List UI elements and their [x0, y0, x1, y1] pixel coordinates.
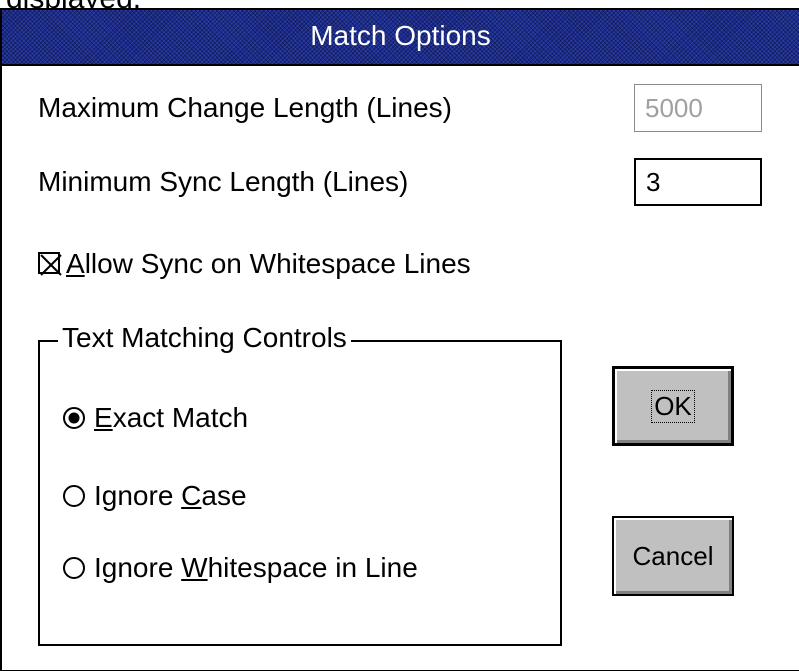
screen: displayed. Match Options Maximum Change … — [0, 0, 799, 671]
max-change-label: Maximum Change Length (Lines) — [38, 92, 452, 123]
radio-ignore-whitespace-label[interactable]: Ignore Whitespace in Line — [94, 552, 418, 584]
match-options-dialog: Match Options Maximum Change Length (Lin… — [0, 8, 799, 671]
option-prefix: Ignore — [94, 480, 182, 511]
min-sync-label: Minimum Sync Length (Lines) — [38, 166, 409, 197]
radio-exact-match[interactable] — [62, 406, 86, 430]
cancel-button-label: Cancel — [632, 540, 714, 571]
min-sync-field[interactable]: 3 — [634, 158, 762, 206]
radio-ignore-case[interactable] — [62, 484, 86, 508]
radio-ignore-case-label[interactable]: Ignore Case — [94, 480, 247, 512]
option-prefix: Ignore — [94, 552, 182, 583]
allow-sync-label-rest: llow Sync on Whitespace Lines — [84, 248, 471, 279]
option-rest: ase — [201, 480, 247, 511]
option-mnemonic: E — [94, 402, 113, 433]
title-bar[interactable]: Match Options — [2, 10, 799, 66]
option-rest: hitespace in Line — [207, 552, 418, 583]
allow-sync-mnemonic: A — [66, 248, 85, 279]
ok-button-label: OK — [651, 389, 695, 423]
radio-ignore-whitespace[interactable] — [62, 556, 86, 580]
option-rest: xact Match — [112, 402, 249, 433]
option-mnemonic: C — [181, 480, 202, 511]
allow-sync-checkbox[interactable] — [38, 252, 62, 276]
cancel-button[interactable]: Cancel — [612, 516, 734, 596]
ok-button[interactable]: OK — [612, 366, 734, 446]
radio-exact-match-label[interactable]: Exact Match — [94, 402, 248, 434]
check-x-icon — [40, 254, 62, 276]
dialog-title: Match Options — [310, 20, 491, 51]
allow-sync-label[interactable]: Allow Sync on Whitespace Lines — [66, 248, 471, 280]
group-title: Text Matching Controls — [58, 322, 351, 354]
max-change-field: 5000 — [634, 84, 762, 132]
option-mnemonic: W — [181, 552, 208, 583]
